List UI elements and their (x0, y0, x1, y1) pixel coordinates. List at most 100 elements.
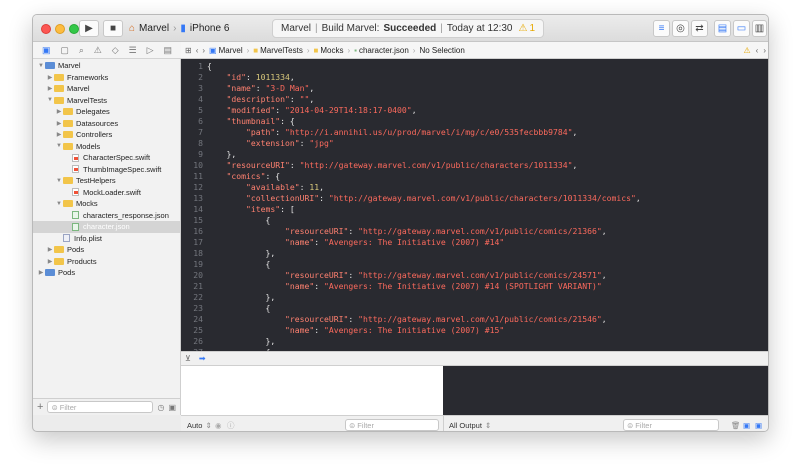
forward-icon[interactable]: › (202, 46, 205, 55)
breakpoints-toggle-icon[interactable]: ➡ (199, 354, 206, 363)
sidebar-item[interactable]: ▶ Pods (33, 267, 180, 279)
breadcrumb-group[interactable]: ■ Mocks (314, 46, 344, 55)
close-window-button[interactable] (41, 24, 51, 34)
related-items-icon[interactable]: ⊞ (185, 46, 192, 55)
sidebar-item-label: MarvelTests (67, 95, 108, 105)
next-issue-icon[interactable]: › (763, 46, 766, 55)
project-navigator-icon[interactable]: ▣ (42, 45, 51, 56)
variables-filter-input[interactable]: ⊜ Filter (345, 419, 439, 431)
sidebar-item[interactable]: ▶ Delegates (33, 106, 180, 118)
disclosure-expanded-icon[interactable]: ▼ (46, 97, 54, 103)
sidebar-item[interactable]: ▼ Models (33, 141, 180, 153)
line-number: 17 (193, 237, 203, 247)
warning-icon[interactable]: ⚠ (743, 46, 750, 55)
chevron-updown-icon: ⇕ (205, 420, 212, 430)
toggle-debug-area-button[interactable]: ▭ (733, 20, 750, 37)
disclosure-collapsed-icon[interactable]: ▶ (46, 74, 54, 81)
issue-navigator-icon[interactable]: ⚠ (94, 45, 102, 56)
disclosure-collapsed-icon[interactable]: ▶ (46, 85, 54, 92)
scheme-selector[interactable]: ⌂ Marvel › ▮ iPhone 6 (129, 20, 229, 37)
debug-navigator-icon[interactable]: ☰ (129, 45, 137, 56)
standard-editor-button[interactable]: ≡ (653, 20, 670, 37)
code-line: 24 "resourceURI": "http://gateway.marvel… (181, 314, 768, 325)
breadcrumb-file[interactable]: ▪ character.json (354, 46, 409, 55)
report-navigator-icon[interactable]: ▤ (163, 45, 172, 56)
show-console-icon[interactable]: ▣ (755, 419, 762, 431)
disclosure-collapsed-icon[interactable]: ▶ (55, 108, 63, 115)
source-editor[interactable]: 1{2 "id": 1011334, 3 "name": "3-D Man", 4 … (181, 59, 768, 351)
code-line: 3 "name": "3-D Man", (181, 83, 768, 94)
line-text: "collectionURI": "http://gateway.marvel.… (245, 193, 641, 203)
previous-issue-icon[interactable]: ‹ (756, 46, 759, 55)
assistant-editor-button[interactable]: ◎ (672, 20, 689, 37)
disclosure-collapsed-icon[interactable]: ▶ (46, 258, 54, 265)
sidebar-item[interactable]: ▶ Frameworks (33, 72, 180, 84)
disclosure-expanded-icon[interactable]: ▼ (55, 201, 63, 207)
toggle-navigator-button[interactable]: ▤ (714, 20, 731, 37)
stop-button[interactable]: ■ (103, 20, 123, 37)
disclosure-expanded-icon[interactable]: ▼ (55, 178, 63, 184)
breadcrumb-selection[interactable]: No Selection (419, 46, 464, 55)
toggle-utilities-button[interactable]: ▥ (752, 20, 767, 37)
version-editor-button[interactable]: ⇄ (691, 20, 708, 37)
code-line: 12 "available": 11, (181, 182, 768, 193)
folder-icon (54, 85, 64, 93)
swift-file-icon (72, 188, 79, 197)
variables-scope-select[interactable]: Auto ⇕ (187, 419, 212, 431)
disclosure-collapsed-icon[interactable]: ▶ (55, 131, 63, 138)
disclosure-collapsed-icon[interactable]: ▶ (37, 269, 45, 276)
back-icon[interactable]: ‹ (196, 46, 199, 55)
sidebar-item[interactable]: ▶ Datasources (33, 118, 180, 130)
run-button[interactable]: ▶ (79, 20, 99, 37)
scm-filter-icon[interactable]: ▣ (168, 403, 176, 412)
console-filter-input[interactable]: ⊜ Filter (623, 419, 719, 431)
sidebar-item[interactable]: ▶ Controllers (33, 129, 180, 141)
sidebar-item[interactable]: characters_response.json (33, 210, 180, 222)
sidebar-item[interactable]: character.json (33, 221, 180, 233)
console-view[interactable] (443, 366, 768, 415)
console-scope-label: All Output (449, 420, 482, 430)
find-navigator-icon[interactable]: ⌕ (79, 45, 84, 56)
trash-icon[interactable]: 🗑 (731, 419, 741, 431)
sidebar-item[interactable]: ▼ MarvelTests (33, 95, 180, 107)
console-scope-select[interactable]: All Output ⇕ (449, 419, 491, 431)
quick-look-icon[interactable]: ◉ (215, 419, 222, 431)
sidebar-item[interactable]: ▼ TestHelpers (33, 175, 180, 187)
scheme-target-label: Marvel (139, 23, 170, 34)
activity-time: Today at 12:30 (446, 23, 513, 34)
breadcrumb-group[interactable]: ■ MarvelTests (253, 46, 303, 55)
navigator-filter-input[interactable]: ⊜ Filter (47, 401, 154, 413)
sidebar-item[interactable]: ▼ Marvel (33, 60, 180, 72)
symbol-navigator-icon[interactable]: ▢ (60, 45, 69, 56)
sidebar-item[interactable]: Info.plist (33, 233, 180, 245)
breakpoint-navigator-icon[interactable]: ▷ (147, 45, 154, 56)
disclosure-expanded-icon[interactable]: ▼ (37, 63, 45, 69)
disclosure-collapsed-icon[interactable]: ▶ (55, 120, 63, 127)
line-number: 3 (198, 83, 203, 93)
sidebar-item[interactable]: ThumbImageSpec.swift (33, 164, 180, 176)
sidebar-item[interactable]: MockLoader.swift (33, 187, 180, 199)
zoom-window-button[interactable] (69, 24, 79, 34)
add-icon[interactable]: + (37, 401, 43, 413)
code-line: 13 "collectionURI": "http://gateway.marv… (181, 193, 768, 204)
sidebar-item[interactable]: ▶ Marvel (33, 83, 180, 95)
recent-files-icon[interactable]: ◷ (157, 403, 164, 412)
line-text: "resourceURI": "http://gateway.marvel.co… (284, 270, 607, 280)
show-variables-icon[interactable]: ▣ (743, 419, 750, 431)
info-icon[interactable]: ⓘ (227, 419, 235, 431)
sidebar-item[interactable]: CharacterSpec.swift (33, 152, 180, 164)
sidebar-item[interactable]: ▶ Pods (33, 244, 180, 256)
breadcrumb-project[interactable]: ▣ Marvel (209, 46, 243, 55)
chevron-updown-icon: ⇕ (484, 420, 492, 430)
test-navigator-icon[interactable]: ◇ (112, 45, 119, 56)
code-line: 19 { (181, 259, 768, 270)
line-text: "resourceURI": "http://gateway.marvel.co… (226, 160, 578, 170)
sidebar-item[interactable]: ▼ Mocks (33, 198, 180, 210)
disclosure-collapsed-icon[interactable]: ▶ (46, 246, 54, 253)
disclosure-expanded-icon[interactable]: ▼ (55, 143, 63, 149)
hide-debug-area-icon[interactable]: ⊻ (185, 354, 191, 363)
sidebar-item[interactable]: ▶ Products (33, 256, 180, 268)
minimize-window-button[interactable] (55, 24, 65, 34)
line-number: 24 (193, 314, 203, 324)
warning-indicator[interactable]: ⚠ 1 (518, 23, 535, 34)
